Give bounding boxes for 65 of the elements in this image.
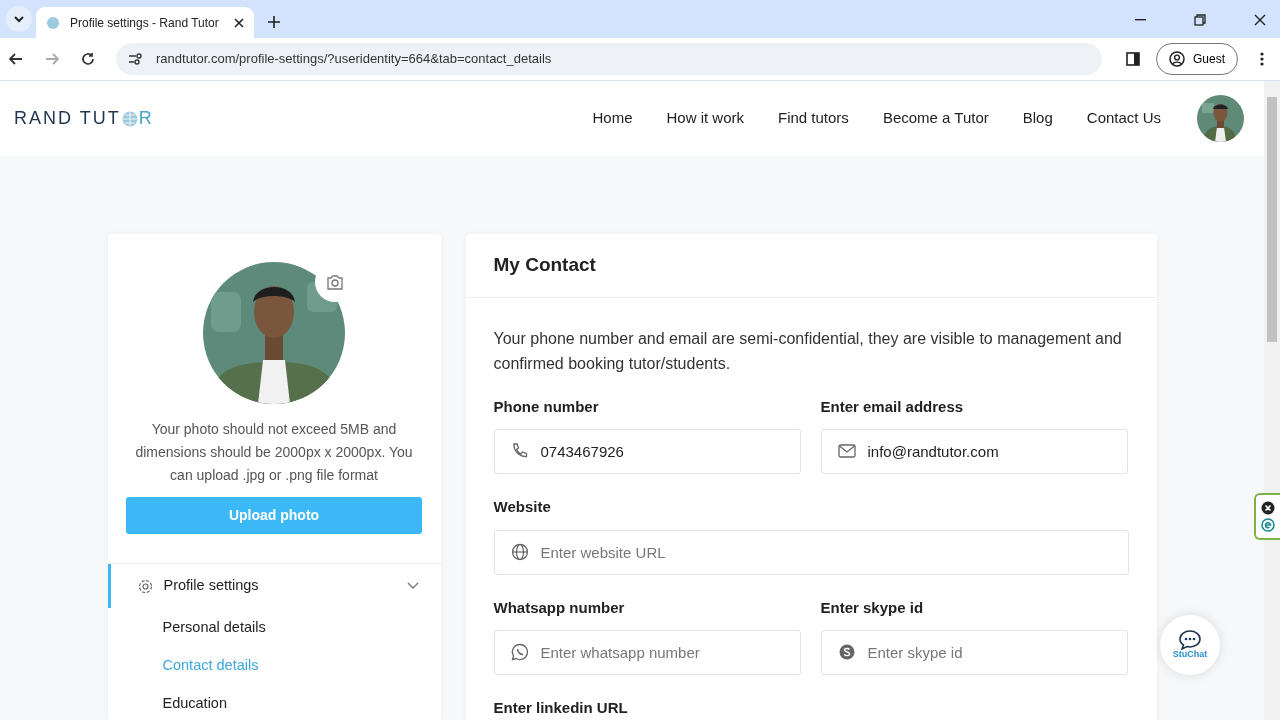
field-label: Enter skype id bbox=[820, 597, 925, 618]
reload-icon bbox=[81, 52, 95, 66]
input-field[interactable]: Enter website URL bbox=[493, 529, 1129, 575]
input-field[interactable]: 0743467926 bbox=[493, 429, 801, 475]
close-tab-button[interactable] bbox=[234, 17, 244, 28]
close-icon bbox=[234, 17, 244, 28]
chat-widget-button[interactable]: StuChat bbox=[1160, 615, 1220, 675]
chevron-down-icon bbox=[14, 15, 24, 23]
tab-list-button[interactable] bbox=[6, 6, 32, 32]
field-label: Enter email address bbox=[820, 396, 965, 417]
close-circle-icon bbox=[1261, 501, 1275, 515]
gear-icon bbox=[136, 577, 154, 595]
side-panel-button[interactable] bbox=[1126, 52, 1140, 66]
field-label: Website bbox=[493, 497, 552, 518]
section-title: My Contact bbox=[465, 234, 1157, 298]
field-label: Whatsapp number bbox=[493, 597, 626, 618]
back-arrow-icon bbox=[9, 53, 23, 65]
field-label: Phone number bbox=[493, 396, 600, 417]
input-field[interactable]: info@randtutor.com bbox=[820, 429, 1128, 475]
profile-button[interactable]: Guest bbox=[1156, 43, 1238, 75]
browser-tab[interactable]: Profile settings - Rand Tutor bbox=[36, 7, 254, 38]
camera-icon bbox=[326, 275, 344, 291]
new-tab-button[interactable] bbox=[268, 16, 280, 28]
close-icon bbox=[1254, 14, 1266, 26]
tab-title: Profile settings - Rand Tutor bbox=[70, 14, 220, 32]
nav-link[interactable]: How it work bbox=[666, 107, 744, 130]
restore-icon bbox=[1194, 14, 1206, 26]
privacy-note: Your phone number and email are semi-confidential, they are visible to management and confirmed booking tutor/students. bbox=[493, 328, 1123, 374]
whatsapp-icon bbox=[510, 643, 529, 662]
nav-link[interactable]: Become a Tutor bbox=[882, 107, 989, 130]
url-text: randtutor.com/profile-settings/?useridentity=664&tab=contact_details bbox=[156, 50, 552, 69]
extension-button[interactable] bbox=[1261, 518, 1275, 532]
address-bar[interactable]: randtutor.com/profile-settings/?useridentity=664&tab=contact_details bbox=[116, 43, 1102, 75]
reload-button[interactable] bbox=[80, 52, 96, 66]
photo-requirements-text: Your photo should not exceed 5MB and dimensions should be 2000px x 2000px. You can upload .jpg or .png file format bbox=[134, 420, 414, 485]
scrollbar[interactable] bbox=[1264, 81, 1280, 720]
plus-icon bbox=[268, 16, 280, 28]
forward-arrow-icon bbox=[45, 53, 59, 65]
nav-link[interactable]: Home bbox=[592, 107, 633, 130]
letter-e-icon bbox=[1261, 518, 1275, 532]
restore-button[interactable] bbox=[1194, 14, 1206, 26]
chevron-icon bbox=[406, 582, 419, 590]
site-logo[interactable]: RAND TUT R bbox=[14, 105, 154, 132]
field-label: Enter linkedin URL bbox=[493, 698, 629, 719]
envelope-icon bbox=[837, 442, 856, 461]
close-window-button[interactable] bbox=[1254, 14, 1266, 26]
side-panel-icon bbox=[1126, 52, 1140, 66]
chat-bubble-icon bbox=[1179, 630, 1201, 651]
input-field[interactable]: Enter whatsapp number bbox=[493, 630, 801, 676]
back-button[interactable] bbox=[8, 53, 24, 65]
site-settings-icon bbox=[128, 53, 142, 65]
menu-button[interactable] bbox=[1260, 52, 1264, 66]
nav-link[interactable]: Blog bbox=[1022, 107, 1053, 130]
input-field[interactable]: Enter skype id bbox=[820, 630, 1128, 676]
submenu-link[interactable]: Education bbox=[107, 684, 441, 720]
close-extension-button[interactable] bbox=[1261, 501, 1275, 515]
submenu-link[interactable]: Personal details bbox=[107, 608, 441, 646]
menu-item[interactable]: Profile settings bbox=[107, 564, 441, 608]
minimize-button[interactable] bbox=[1135, 19, 1146, 21]
nav-link[interactable]: Contact Us bbox=[1086, 107, 1161, 130]
minimize-icon bbox=[1135, 19, 1146, 21]
user-icon bbox=[1169, 51, 1185, 67]
more-icon bbox=[1260, 52, 1264, 66]
skype-icon bbox=[837, 643, 856, 662]
nav-link[interactable]: Find tutors bbox=[778, 107, 849, 130]
